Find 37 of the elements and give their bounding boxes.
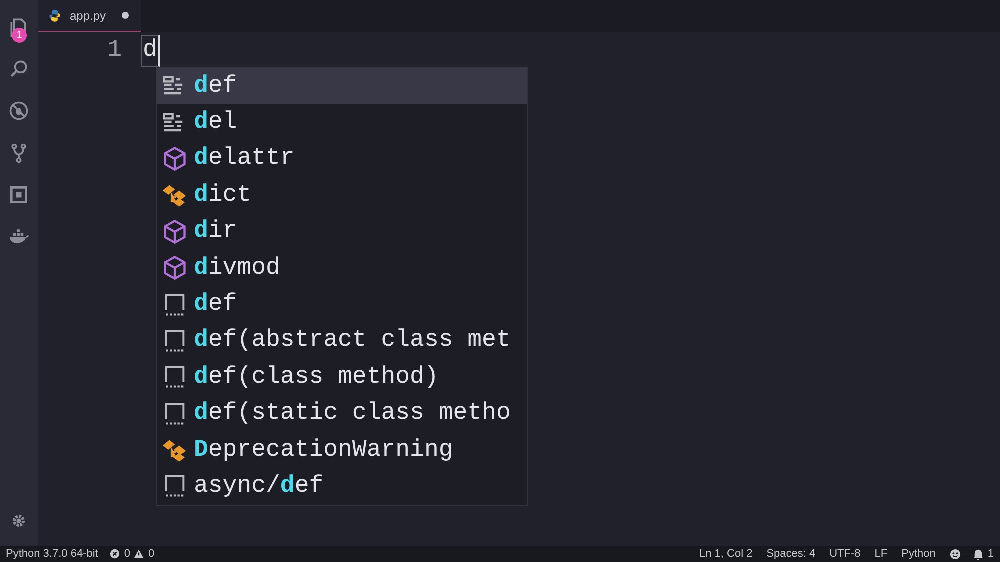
editor-tab[interactable]: app.py <box>38 0 141 32</box>
code-text: d <box>141 35 160 67</box>
suggestion-item[interactable]: async/def <box>157 468 527 505</box>
suggestion-item[interactable]: def(static class metho <box>157 396 527 432</box>
suggestion-item[interactable]: del <box>157 104 527 141</box>
cursor-position[interactable]: Ln 1, Col 2 <box>699 546 753 562</box>
suggestion-item[interactable]: def <box>157 68 527 104</box>
bug-icon <box>8 100 30 122</box>
line-number: 1 <box>106 37 122 64</box>
suggestion-item[interactable]: delattr <box>157 140 527 178</box>
interpreter-selector[interactable]: Python 3.7.0 64-bit <box>6 546 98 562</box>
indentation-setting[interactable]: Spaces: 4 <box>766 546 816 562</box>
suggestion-item[interactable]: DeprecationWarning <box>157 432 527 468</box>
suggestion-item[interactable]: def <box>157 286 527 323</box>
encoding-setting[interactable]: UTF-8 <box>830 546 861 562</box>
suggestion-item[interactable]: divmod <box>157 250 527 286</box>
suggestion-item[interactable]: def(class method) <box>157 359 527 396</box>
suggestion-item[interactable]: def(abstract class met <box>157 322 527 360</box>
line-ending-setting[interactable]: LF <box>874 546 888 562</box>
search-icon <box>8 58 30 80</box>
suggestion-item[interactable]: dict <box>157 177 527 214</box>
error-icon <box>110 549 120 559</box>
language-mode[interactable]: Python <box>902 546 936 562</box>
settings-icon <box>10 512 28 530</box>
smiley-icon <box>950 548 961 560</box>
cube-icon <box>162 255 188 282</box>
python-file-icon <box>48 8 62 22</box>
feedback-button[interactable] <box>950 548 961 560</box>
warning-icon <box>134 549 144 559</box>
extensions-icon <box>8 184 30 206</box>
cube-icon <box>162 218 188 245</box>
notifications-button[interactable]: 1 <box>972 546 994 562</box>
problems-indicator[interactable]: 0 0 <box>110 546 155 562</box>
cube-icon <box>162 146 188 172</box>
bell-icon <box>972 548 984 560</box>
notification-badge: 1 <box>12 28 27 43</box>
suggestion-item[interactable]: dir <box>157 214 527 250</box>
